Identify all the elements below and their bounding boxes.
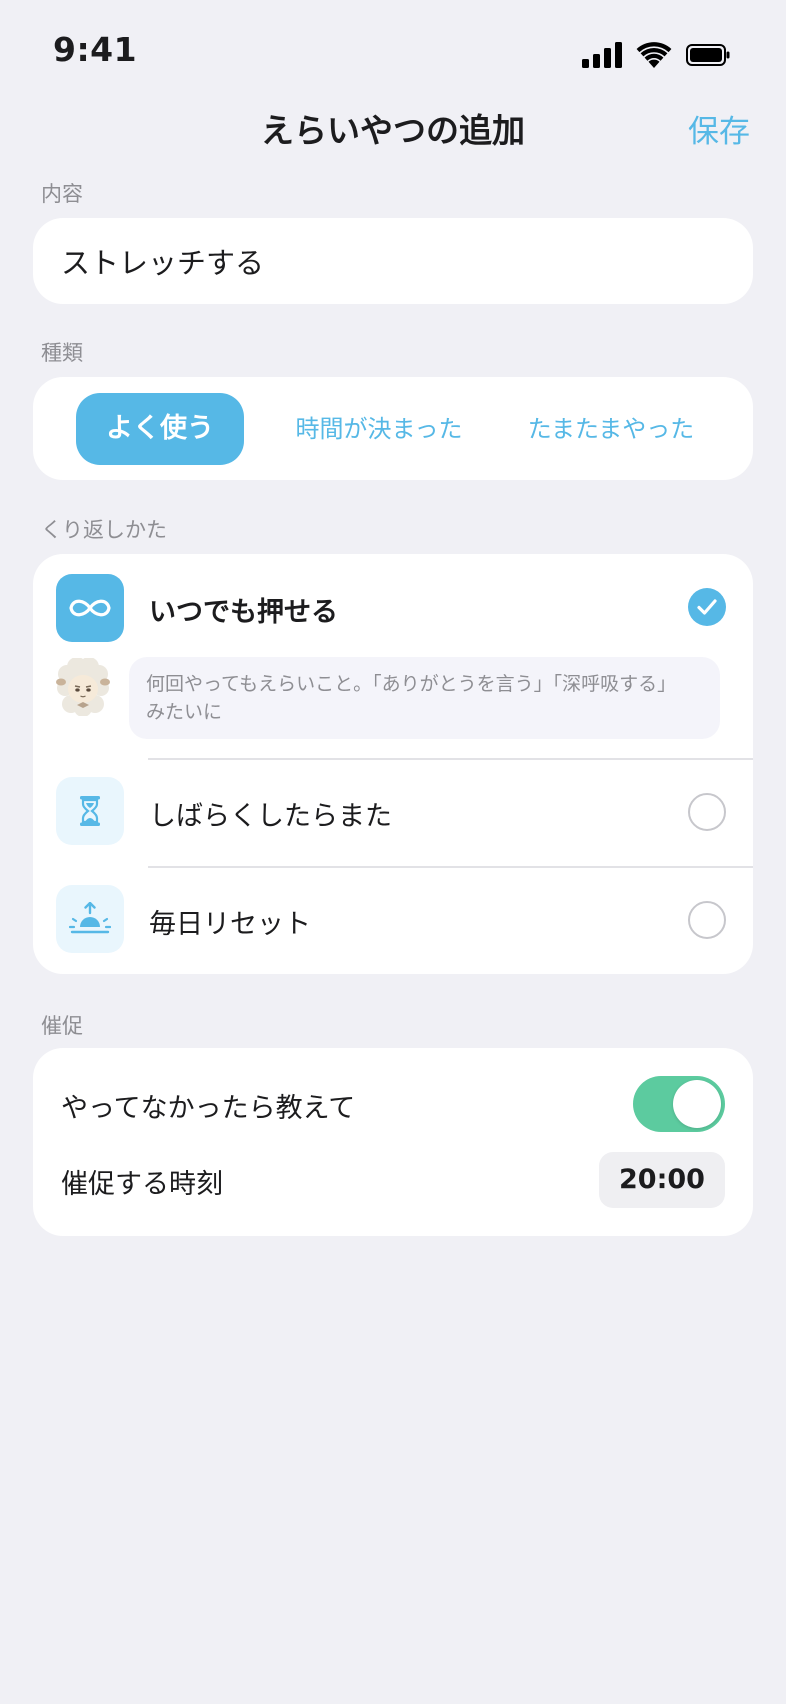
reminder-section-label: 催促 [41, 1014, 83, 1038]
hint-bubble: 何回やってもえらいこと。「ありがとうを言う」「深呼吸する」 みたいに [129, 657, 720, 739]
kind-option-occasional[interactable]: たまたまやった [498, 393, 724, 465]
radio-unchecked-icon [688, 793, 726, 831]
status-time: 9:41 [53, 30, 138, 69]
reminder-time-label: 催促する時刻 [61, 1169, 223, 1200]
content-section-label: 内容 [41, 182, 83, 206]
toggle-knob [673, 1080, 721, 1128]
kind-section-label: 種類 [41, 341, 83, 365]
reminder-time-picker[interactable]: 20:00 [599, 1152, 725, 1208]
cellular-signal-icon [582, 42, 622, 68]
repeat-option-label: いつでも押せる [149, 597, 338, 628]
infinity-icon [56, 574, 124, 642]
notify-toggle[interactable] [633, 1076, 725, 1132]
status-bar: 9:41 [0, 0, 786, 100]
sunrise-icon [56, 885, 124, 953]
wifi-icon [636, 42, 672, 68]
save-button[interactable]: 保存 [688, 106, 750, 151]
radio-unchecked-icon [688, 901, 726, 939]
reminder-card: やってなかったら教えて 催促する時刻 20:00 [33, 1048, 753, 1236]
page-title: えらいやつの追加 [261, 111, 525, 150]
hint-line-1: 何回やってもえらいこと。「ありがとうを言う」「深呼吸する」 [146, 673, 677, 695]
repeat-option-label: 毎日リセット [149, 909, 311, 940]
content-field[interactable]: ストレッチする [33, 218, 753, 304]
repeat-section-label: くり返しかた [41, 518, 167, 542]
battery-icon [686, 44, 730, 66]
repeat-option-interval[interactable]: しばらくしたらまた [33, 759, 753, 867]
status-icons [582, 40, 730, 70]
sheep-mascot-icon [56, 658, 110, 716]
repeat-options: いつでも押せる 何回やってもえらいこと。「ありがとうを言う」「深呼吸する」 みた… [33, 554, 753, 974]
kind-option-scheduled[interactable]: 時間が決まった [266, 393, 492, 465]
notify-label: やってなかったら教えて [61, 1093, 356, 1124]
hint-line-2: みたいに [146, 701, 223, 723]
kind-segmented-control: よく使う 時間が決まった たまたまやった [33, 377, 753, 480]
repeat-option-label: しばらくしたらまた [149, 801, 392, 832]
content-input[interactable]: ストレッチする [61, 240, 264, 282]
checkmark-icon [688, 588, 726, 626]
hourglass-icon [56, 777, 124, 845]
repeat-option-daily-reset[interactable]: 毎日リセット [33, 867, 753, 974]
repeat-option-anytime[interactable]: いつでも押せる 何回やってもえらいこと。「ありがとうを言う」「深呼吸する」 みた… [33, 554, 753, 744]
hint-text: 何回やってもえらいこと。「ありがとうを言う」「深呼吸する」 みたいに [146, 670, 706, 726]
kind-option-frequent[interactable]: よく使う [76, 393, 244, 465]
